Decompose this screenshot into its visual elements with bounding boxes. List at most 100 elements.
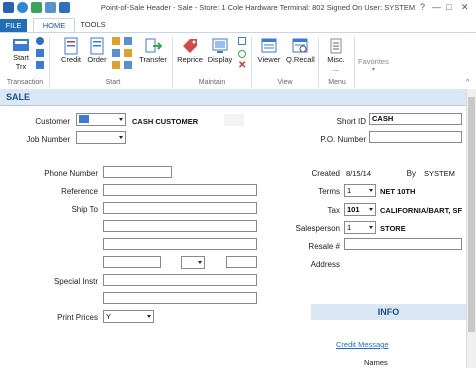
divider	[251, 37, 252, 87]
ship-to-line2-input[interactable]	[103, 220, 257, 232]
divider	[172, 37, 173, 87]
vertical-scrollbar[interactable]	[466, 89, 476, 368]
misc-label: Misc. ...	[327, 55, 345, 73]
group-transaction-label: Transaction	[6, 79, 44, 86]
phone-label: Phone Number	[44, 169, 98, 178]
transfer-button[interactable]: Transfer	[138, 37, 168, 64]
terms-select[interactable]: 1	[344, 184, 376, 197]
help-button[interactable]: ?	[420, 2, 425, 12]
ship-to-state-select[interactable]	[181, 256, 205, 269]
viewer-icon	[261, 38, 277, 53]
salesperson-value: STORE	[380, 224, 406, 233]
start-trx-button[interactable]: Start Trx	[8, 37, 34, 71]
tab-tools[interactable]: TOOLS	[76, 18, 110, 31]
return-icon[interactable]	[112, 49, 120, 57]
short-id-input[interactable]: CASH	[369, 113, 462, 125]
viewer-button[interactable]: Viewer	[256, 37, 282, 64]
special-instr-line2-input[interactable]	[103, 292, 257, 304]
user-icon[interactable]	[45, 2, 56, 13]
divider	[49, 37, 50, 87]
order-label: Order	[87, 55, 107, 64]
refresh-icon[interactable]	[31, 2, 42, 13]
circle-ok-icon[interactable]	[238, 50, 246, 58]
favorites-dropdown[interactable]: Favorites ▾	[358, 57, 389, 73]
qrecall-button[interactable]: Q.Recall	[286, 37, 315, 64]
tab-home[interactable]: HOME	[33, 18, 75, 32]
print-prices-select[interactable]: Y	[103, 310, 154, 323]
window-title: Point-of-Sale Header - Sale - Store: 1 C…	[100, 3, 416, 12]
phone-input[interactable]	[103, 166, 172, 178]
qrecall-label: Q.Recall	[286, 55, 315, 64]
customer-name: CASH CUSTOMER	[132, 117, 199, 126]
salesperson-select[interactable]: 1	[344, 221, 376, 234]
job-number-select[interactable]	[76, 131, 126, 144]
address-label: Address	[310, 260, 340, 269]
qrecall-icon	[292, 38, 308, 53]
created-value: 8/15/14	[346, 169, 372, 178]
collapse-ribbon-icon[interactable]: ^	[466, 79, 469, 86]
credit-message-link[interactable]: Credit Message	[336, 340, 389, 349]
ship-to-zip-input[interactable]	[226, 256, 257, 268]
display-button[interactable]: Display	[207, 37, 233, 64]
section-title-sale: SALE	[6, 92, 31, 102]
credit-button[interactable]: Credit	[58, 37, 84, 64]
salesperson-code: 1	[347, 223, 352, 232]
scrollbar-thumb[interactable]	[468, 97, 475, 332]
ship-to-line1-input[interactable]	[103, 202, 257, 214]
ship-to-line3-input[interactable]	[103, 238, 257, 250]
resale-input[interactable]	[344, 238, 462, 250]
transfer-label: Transfer	[139, 55, 167, 64]
order-button[interactable]: Order	[86, 37, 108, 64]
delete-x-icon[interactable]: ✕	[238, 61, 246, 71]
sale-header-bar: SALE	[0, 89, 466, 106]
group-view-label: View	[277, 79, 293, 86]
menu-icon	[330, 38, 342, 54]
receipt-icon[interactable]	[36, 61, 44, 69]
group-menu-label: Menu	[328, 79, 346, 86]
display-icon	[212, 38, 228, 53]
layaway-icon[interactable]	[124, 37, 132, 45]
play-icon[interactable]	[17, 2, 28, 13]
special-order-icon[interactable]	[112, 61, 120, 69]
ship-to-city-input[interactable]	[103, 256, 161, 268]
reprice-button[interactable]: Reprice	[177, 37, 203, 64]
tax-label: Tax	[327, 206, 340, 215]
reprice-label: Reprice	[177, 55, 203, 64]
chevron-down-icon	[369, 208, 373, 211]
group-maintain-label: Maintain	[198, 79, 226, 86]
names-label: Names	[364, 358, 388, 367]
customer-label: Customer	[35, 117, 70, 126]
quote-icon[interactable]	[112, 37, 120, 45]
close-button[interactable]: ✕	[461, 2, 469, 13]
app-icon[interactable]	[3, 2, 14, 13]
start-trx-label: Start Trx	[13, 53, 29, 71]
order-icon	[90, 37, 104, 55]
maximize-button[interactable]: □	[446, 2, 451, 12]
by-label: By	[406, 169, 416, 178]
section-title-info: INFO	[377, 307, 400, 317]
chevron-down-icon	[119, 136, 123, 139]
tab-file[interactable]: FILE	[0, 19, 27, 32]
short-id-value: CASH	[372, 114, 394, 123]
chevron-down-icon	[369, 189, 373, 192]
register-icon[interactable]	[36, 49, 44, 57]
tax-select[interactable]: 101	[344, 203, 376, 216]
help-circle-icon[interactable]	[59, 2, 70, 13]
hold-icon[interactable]	[124, 49, 132, 57]
misc-button[interactable]: Misc. ...	[324, 37, 348, 73]
minimize-button[interactable]: —	[432, 2, 441, 12]
users-icon[interactable]	[36, 37, 44, 45]
po-number-input[interactable]	[369, 131, 462, 143]
customer-select[interactable]	[76, 113, 126, 126]
customer-card-icon	[79, 115, 89, 123]
reference-input[interactable]	[103, 184, 257, 196]
transfer-icon	[145, 38, 162, 53]
job-number-label: Job Number	[26, 135, 70, 144]
edit-icon[interactable]	[238, 37, 246, 45]
credit-icon	[64, 37, 78, 55]
print-prices-value: Y	[106, 312, 112, 321]
chevron-down-icon	[147, 315, 151, 318]
special-instr-line1-input[interactable]	[103, 274, 257, 286]
estimate-icon[interactable]	[124, 61, 132, 69]
terms-value: NET 10TH	[380, 187, 416, 196]
